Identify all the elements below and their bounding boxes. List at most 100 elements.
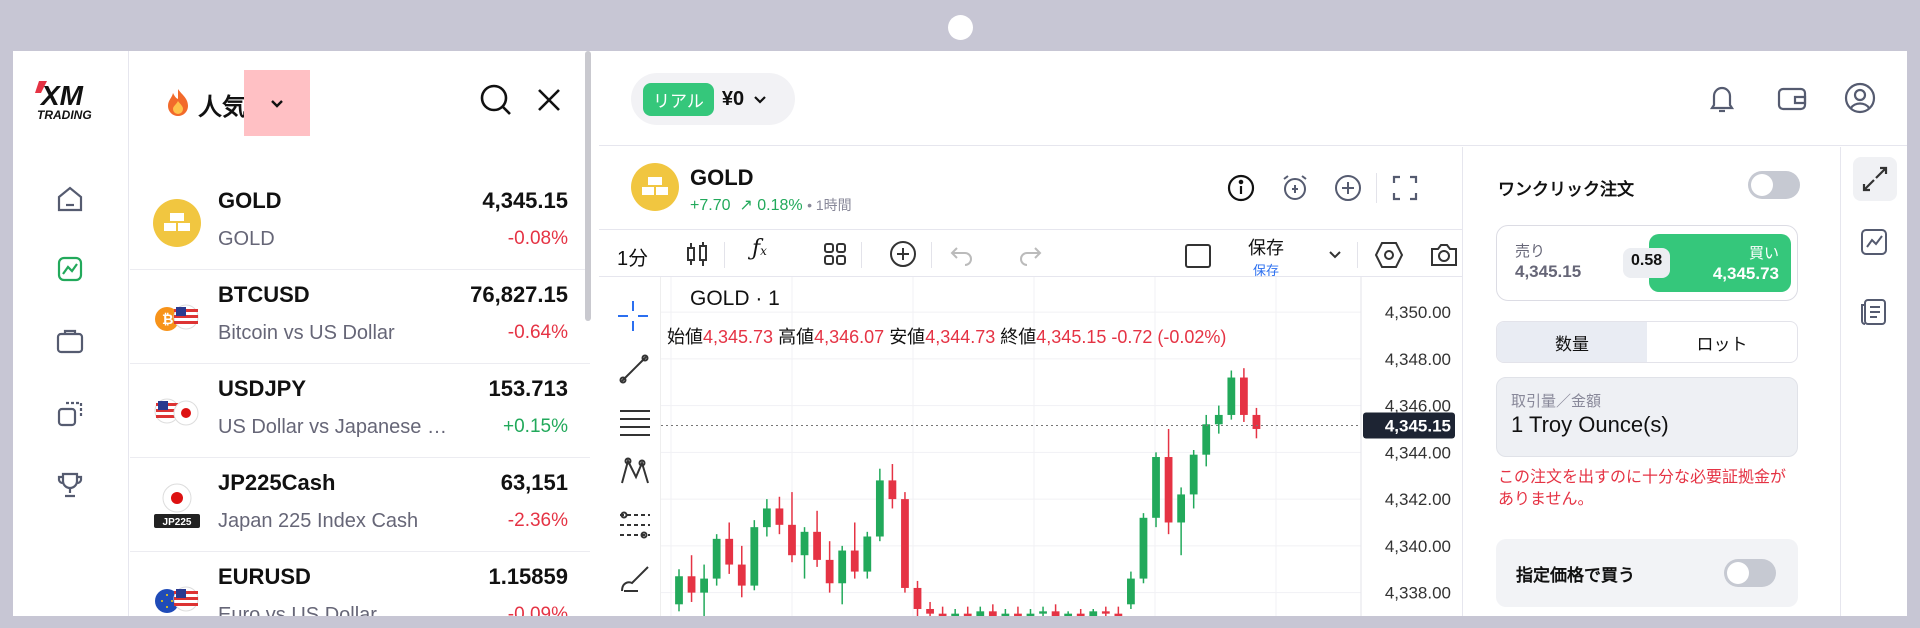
- timeframe-button[interactable]: 1分: [617, 242, 648, 271]
- market-row[interactable]: ₿ BTCUSD Bitcoin vs US Dollar 76,827.15 -0.6…: [130, 270, 590, 364]
- function-icon[interactable]: ƒx: [752, 236, 767, 261]
- candlestick-chart[interactable]: 4,350.00 4,348.00 4,346.00 4,344.00 4,342.00…: [661, 277, 1461, 616]
- add-icon[interactable]: [889, 240, 917, 273]
- bell-icon[interactable]: [1705, 81, 1739, 120]
- limit-toggle[interactable]: [1724, 559, 1776, 587]
- y-tick-label: 4,342.00: [1385, 490, 1451, 509]
- chevron-down-icon[interactable]: [1327, 246, 1343, 267]
- candle-body: [1202, 424, 1211, 455]
- candle-type-icon[interactable]: [684, 240, 710, 273]
- chart-nav-icon[interactable]: [49, 248, 91, 290]
- save-button[interactable]: 保存 保存: [1239, 234, 1293, 279]
- candle-body: [850, 550, 859, 572]
- brush-icon[interactable]: [618, 561, 652, 600]
- right-sidebar: [1840, 147, 1907, 616]
- wallet-icon[interactable]: [1775, 81, 1809, 120]
- low-label: 安値: [889, 327, 926, 347]
- candle-body: [1240, 377, 1248, 415]
- list-scrollbar[interactable]: [585, 51, 591, 321]
- sell-label: 売り: [1515, 243, 1546, 260]
- close-value: 4,345.15: [1036, 327, 1107, 347]
- candle-body: [1101, 611, 1110, 614]
- account-selector[interactable]: リアル ¥0: [631, 73, 795, 125]
- fib-icon[interactable]: [618, 509, 652, 546]
- chart-trend-icon[interactable]: [1859, 227, 1889, 262]
- fullscreen-icon[interactable]: [1390, 173, 1420, 208]
- profile-icon[interactable]: [1843, 81, 1877, 120]
- candle-body: [863, 536, 872, 572]
- sell-price[interactable]: 4,345.15: [1515, 262, 1581, 282]
- camera-icon[interactable]: [1429, 241, 1459, 274]
- candle-body: [1064, 613, 1073, 616]
- candle-body: [1227, 377, 1236, 415]
- search-icon[interactable]: [479, 83, 513, 122]
- candle-body: [938, 613, 947, 616]
- spread-badge: 0.58: [1623, 248, 1671, 278]
- home-icon[interactable]: [49, 178, 91, 220]
- market-description: GOLD: [218, 228, 275, 250]
- category-dropdown-button[interactable]: [244, 70, 310, 136]
- trophy-icon[interactable]: [49, 464, 91, 506]
- gold-bars-icon: [153, 199, 201, 247]
- layout-grid-icon[interactable]: [823, 242, 847, 271]
- account-type-badge: リアル: [643, 82, 714, 116]
- order-panel: ワンクリック注文 売り 4,345.15 買い 4,345.73 0.58 数量…: [1464, 147, 1840, 616]
- candle-body: [1114, 613, 1123, 616]
- btc-usd-flag-icon: ₿: [155, 304, 199, 331]
- trendline-icon[interactable]: [618, 353, 650, 390]
- market-change: -0.64%: [507, 322, 568, 343]
- one-click-toggle[interactable]: [1748, 171, 1800, 199]
- collapse-icon[interactable]: [1853, 157, 1897, 201]
- tab-quantity[interactable]: 数量: [1497, 322, 1647, 362]
- candle-body: [1076, 613, 1085, 616]
- candle-body: [1177, 494, 1186, 523]
- last-price-label: 4,345.15: [1385, 416, 1451, 435]
- xm-logo[interactable]: XM TRADING: [33, 79, 109, 122]
- market-description: US Dollar vs Japanese …: [218, 416, 447, 438]
- candle-body: [1014, 613, 1022, 616]
- limit-order-row: 指定価格で買う: [1496, 539, 1798, 607]
- copy-trading-icon[interactable]: [49, 393, 91, 435]
- price-box: 売り 4,345.15 買い 4,345.73 0.58: [1496, 225, 1798, 301]
- rectangle-tool-icon[interactable]: [1185, 244, 1211, 268]
- buy-label: 買い: [1748, 245, 1779, 262]
- margin-warning: この注文を出すのに十分な必要証拠金がありません。: [1498, 469, 1787, 508]
- high-label: 高値: [778, 327, 815, 347]
- redo-icon[interactable]: [1017, 242, 1043, 271]
- candle-body: [813, 531, 821, 560]
- candle-body: [712, 538, 721, 579]
- close-icon[interactable]: [534, 85, 564, 120]
- market-row[interactable]: USDJPY US Dollar vs Japanese … 153.713 +0.1…: [130, 364, 590, 458]
- market-price: 63,151: [500, 470, 568, 495]
- market-row[interactable]: GOLD GOLD 4,345.15 -0.08%: [130, 176, 590, 270]
- y-tick-label: 4,338.00: [1385, 584, 1451, 603]
- buy-button[interactable]: 買い 4,345.73: [1649, 234, 1791, 292]
- portfolio-icon[interactable]: [49, 320, 91, 362]
- crosshair-icon[interactable]: [616, 299, 650, 338]
- pattern-icon[interactable]: [618, 455, 652, 494]
- info-icon[interactable]: [1226, 173, 1256, 208]
- market-symbol: GOLD: [218, 188, 282, 213]
- y-tick-label: 4,350.00: [1385, 303, 1451, 322]
- price-alert-icon[interactable]: [1280, 173, 1310, 208]
- candle-body: [1001, 613, 1010, 616]
- amount-input[interactable]: 取引量／金額 1 Troy Ounce(s): [1496, 377, 1798, 457]
- news-icon[interactable]: [1859, 297, 1889, 332]
- candle-body: [750, 527, 759, 586]
- y-tick-label: 4,344.00: [1385, 443, 1451, 462]
- market-change: -2.36%: [507, 510, 568, 531]
- change-value: +7.70: [690, 197, 731, 214]
- market-price: 1.15859: [488, 564, 568, 589]
- market-row[interactable]: EURUSD Euro vs US Dollar 1.15859 -0.09%: [130, 552, 590, 616]
- add-indicator-icon[interactable]: [1333, 173, 1363, 208]
- undo-icon[interactable]: [949, 242, 975, 271]
- horizontal-lines-icon[interactable]: [618, 405, 652, 442]
- market-row[interactable]: JP225 JP225Cash Japan 225 Index Cash 63,151…: [130, 458, 590, 552]
- size-tabs: 数量 ロット: [1496, 321, 1798, 363]
- divider: [724, 242, 725, 268]
- divider: [1357, 242, 1358, 268]
- open-label: 始値: [667, 327, 703, 347]
- close-label: 終値: [1000, 327, 1037, 347]
- tab-lot[interactable]: ロット: [1647, 322, 1797, 362]
- settings-hexagon-icon[interactable]: [1374, 241, 1404, 274]
